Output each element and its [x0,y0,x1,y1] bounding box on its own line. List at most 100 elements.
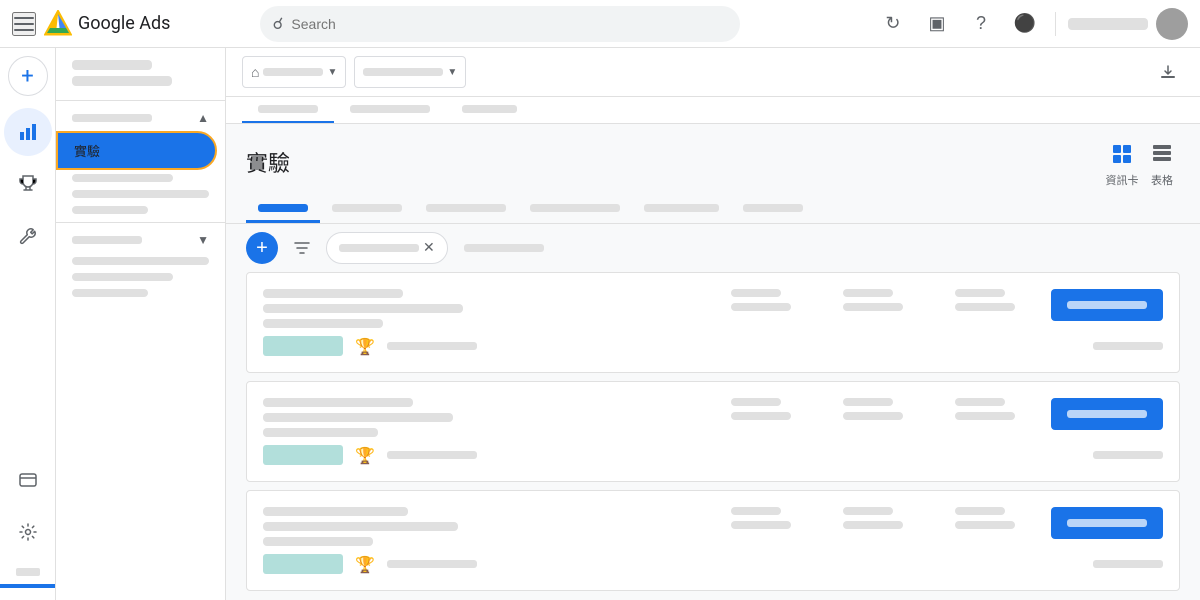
card-view-button[interactable] [1104,136,1140,172]
card-2-bottom-text [387,451,477,459]
card-1-sub-line [263,319,383,328]
overview-icon [18,122,38,142]
tab-1[interactable] [246,196,320,223]
search-input[interactable] [291,16,726,32]
card-1-col-2-label [843,289,893,297]
dropdown1-chevron-icon: ▼ [327,67,337,78]
card-3-title-line [263,507,408,516]
tabs-row [226,196,1200,224]
sidebar-item-goals[interactable] [4,160,52,208]
card-3-col-2-val [843,521,903,529]
card-2-action-button[interactable] [1051,398,1163,430]
nav-placeholder-2 [72,76,172,86]
card-3-sub-line [263,537,373,546]
nav-divider-2 [56,222,225,223]
nav-placeholder-8 [72,289,148,297]
sidebar-item-tools[interactable] [4,212,52,260]
home-dropdown[interactable]: ⌂ ▼ [242,56,346,88]
card-1-action-button[interactable] [1051,289,1163,321]
card-1-col-1-label [731,289,781,297]
tab-1-label [258,204,308,212]
content-area: ⌂ ▼ ▼ 實驗 [226,48,1200,600]
segment-dropdown[interactable]: ▼ [354,56,466,88]
table-view-label: 表格 [1151,172,1173,188]
download-icon [1160,64,1176,80]
card-3-bottom: 🏆 [263,554,1163,574]
page-header: 實驗 資訊卡 表格 [226,124,1200,196]
card-2-col-3-label [955,398,1005,406]
experiment-card-2: 🏆 [246,381,1180,482]
card-1-col-1 [731,289,811,311]
dropdown1-placeholder [263,68,323,76]
card-1-col-3 [955,289,1035,311]
nav-section-header-2[interactable]: ▼ [56,227,225,253]
nav-section-header[interactable]: ▲ [56,105,225,131]
filter-options-button[interactable] [286,232,318,264]
sidebar-item-billing[interactable] [4,456,52,504]
filter-chip-close-button[interactable]: ✕ [423,240,435,256]
main-layout: + ▲ 實 [0,48,1200,600]
nav-item-experiments[interactable]: 實驗 [56,131,217,170]
tab-3[interactable] [414,196,518,223]
chevron-down-icon: ▼ [197,233,209,247]
refresh-button[interactable]: ↻ [875,6,911,42]
nav-section-label-2 [72,236,142,244]
filter-bar: + ✕ [226,224,1200,272]
tab-6-label [743,204,803,212]
dropdown2-placeholder [363,68,443,76]
notifications-button[interactable]: ⚫ [1007,6,1043,42]
nav-placeholder-4 [72,190,209,198]
card-3-col-1-label [731,507,781,515]
avatar[interactable] [1156,8,1188,40]
card-2-cols [731,398,1035,420]
help-button[interactable]: ? [963,6,999,42]
add-filter-button[interactable]: + [246,232,278,264]
sidebar-item-overview[interactable] [4,108,52,156]
segment-area [456,244,552,252]
card-2-col-1-label [731,398,781,406]
sub-tab-3[interactable] [446,97,533,123]
menu-button[interactable] [12,12,36,36]
sidebar-item-settings[interactable] [4,508,52,556]
feedback-button[interactable]: ▣ [919,6,955,42]
card-3-badge [263,554,343,574]
card-3-action-button[interactable] [1051,507,1163,539]
card-3-col-3 [955,507,1035,529]
card-1-col-1-val [731,303,791,311]
tab-6[interactable] [731,196,815,223]
card-3-action-label [1067,519,1147,527]
create-button[interactable]: + [8,56,48,96]
view-toggle: 資訊卡 表格 [1104,136,1180,188]
card-3-col-2-label [843,507,893,515]
card-1-title-line [263,289,403,298]
trophy-sidebar-icon [18,174,38,194]
card-1-bottom-text [387,342,477,350]
filter-icon [294,240,310,256]
nav-item-experiments-label: 實驗 [74,145,100,160]
card-1-top [263,289,1163,328]
tab-5-label [644,204,719,212]
card-1-badge [263,336,343,356]
card-1-cols [731,289,1035,311]
nav-section-1 [56,56,225,96]
sidebar: + [0,48,56,600]
card-1-bottom: 🏆 [263,336,1163,356]
tab-5[interactable] [632,196,731,223]
home-icon: ⌂ [251,64,259,80]
google-ads-logo-icon [44,10,72,38]
experiment-card-3: 🏆 [246,490,1180,591]
header-left: Google Ads [12,10,192,38]
card-1-col-2-val [843,303,903,311]
card-3-col-1-val [731,521,791,529]
sub-tab-2[interactable] [334,97,446,123]
table-view-button[interactable] [1144,136,1180,172]
card-3-col-2 [843,507,923,529]
tab-4[interactable] [518,196,632,223]
billing-icon [18,470,38,490]
sub-tab-1[interactable] [242,97,334,123]
download-button[interactable] [1152,56,1184,88]
tab-2[interactable] [320,196,414,223]
settings-icon [18,522,38,542]
card-1-col-2 [843,289,923,311]
tab-2-label [332,204,402,212]
